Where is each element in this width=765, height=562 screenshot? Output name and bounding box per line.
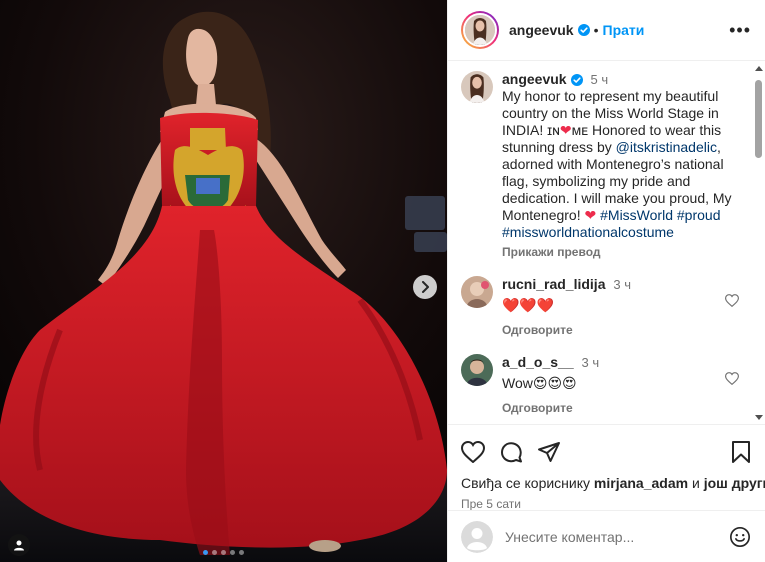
carousel-dot: [212, 550, 217, 555]
comment-text: ❤️❤️❤️: [502, 297, 555, 313]
caption-username[interactable]: angeevuk: [502, 71, 567, 87]
heart-icon[interactable]: [725, 294, 739, 307]
post-actions: Свиђа се кориснику mirjana_adam и још др…: [448, 424, 765, 511]
scroll-up-arrow[interactable]: [755, 66, 763, 71]
post-header: angeevuk • Прати •••: [448, 0, 765, 61]
author-avatar: [463, 13, 497, 47]
follow-button[interactable]: Прати: [603, 22, 645, 38]
likes-middle: и: [688, 475, 704, 491]
likes-prefix: Свиђа се кориснику: [461, 475, 594, 491]
add-comment-bar: [448, 510, 765, 562]
reply-button[interactable]: Одговорите: [502, 323, 751, 337]
comment-time: 3 ч: [613, 277, 631, 292]
post-media[interactable]: [0, 0, 447, 562]
scroll-down-arrow[interactable]: [755, 415, 763, 420]
hashtag-link[interactable]: #missworldnationalcostume: [502, 224, 674, 240]
caption-avatar[interactable]: [461, 71, 493, 103]
liker-username[interactable]: mirjana_adam: [594, 475, 688, 491]
comment-input[interactable]: [505, 528, 717, 545]
post-photo: [0, 0, 447, 562]
verified-badge-icon: [570, 74, 583, 87]
carousel-next-button[interactable]: [413, 275, 437, 299]
carousel-dot: [230, 550, 235, 555]
heart-emoji: ❤: [584, 207, 597, 223]
chevron-right-icon: [422, 281, 429, 293]
verified-badge-icon: [577, 24, 590, 36]
viewer-avatar: [461, 520, 493, 553]
commenter-username[interactable]: a_d_o_s__: [502, 354, 574, 370]
action-icons: [461, 433, 751, 471]
comment-time: 3 ч: [581, 355, 600, 370]
reply-button[interactable]: Одговорите: [502, 401, 751, 415]
comment-text: Wow😍😍😍: [502, 375, 577, 391]
caption-time: 5 ч: [590, 72, 609, 87]
separator-dot: •: [593, 22, 599, 38]
post-side-panel: angeevuk • Прати ••• angeevuk 5 ч My hon…: [447, 0, 765, 562]
hashtag-link[interactable]: #MissWorld: [600, 207, 673, 223]
comments-list[interactable]: angeevuk 5 ч My honor to represent my be…: [448, 61, 765, 424]
comment-item: a_d_o_s__ 3 ч Wow😍😍😍 Одговорите: [461, 354, 751, 415]
heart-icon[interactable]: [461, 441, 485, 463]
commenter-avatar[interactable]: [461, 276, 493, 308]
comments-scrollbar[interactable]: [754, 62, 763, 424]
carousel-dot: [203, 550, 208, 555]
emoji-icon[interactable]: [729, 526, 751, 548]
heart-emoji: ❤: [559, 122, 572, 138]
caption-in-small: ɪɴ: [547, 122, 560, 138]
commenter-avatar[interactable]: [461, 354, 493, 386]
commenter-username[interactable]: rucni_rad_lidija: [502, 276, 605, 292]
author-username[interactable]: angeevuk: [509, 22, 574, 38]
carousel-dot: [239, 550, 244, 555]
more-options-button[interactable]: •••: [729, 21, 751, 39]
caption-text: angeevuk 5 ч My honor to represent my be…: [502, 71, 741, 241]
heart-icon[interactable]: [725, 372, 739, 385]
comment-icon[interactable]: [499, 440, 523, 464]
likes-summary: Свиђа се кориснику mirjana_adam и још др…: [461, 475, 765, 491]
carousel-indicator: [0, 550, 447, 555]
caption-me-small: ᴍᴇ: [571, 122, 589, 138]
instagram-post: angeevuk • Прати ••• angeevuk 5 ч My hon…: [0, 0, 765, 562]
others-link[interactable]: још други: [704, 475, 765, 491]
see-translation-button[interactable]: Прикажи превод: [502, 245, 741, 259]
share-icon[interactable]: [537, 441, 561, 463]
post-time: Пре 5 сати: [461, 497, 521, 511]
author-avatar-ring[interactable]: [461, 11, 499, 49]
carousel-dot: [221, 550, 226, 555]
bookmark-icon[interactable]: [731, 441, 751, 463]
comment-item: rucni_rad_lidija 3 ч ❤️❤️❤️ Одговорите: [461, 276, 751, 337]
mention-link[interactable]: @itskristinadelic: [616, 139, 717, 155]
caption: angeevuk 5 ч My honor to represent my be…: [461, 71, 751, 259]
hashtag-link[interactable]: #proud: [677, 207, 721, 223]
scroll-thumb[interactable]: [755, 80, 762, 158]
